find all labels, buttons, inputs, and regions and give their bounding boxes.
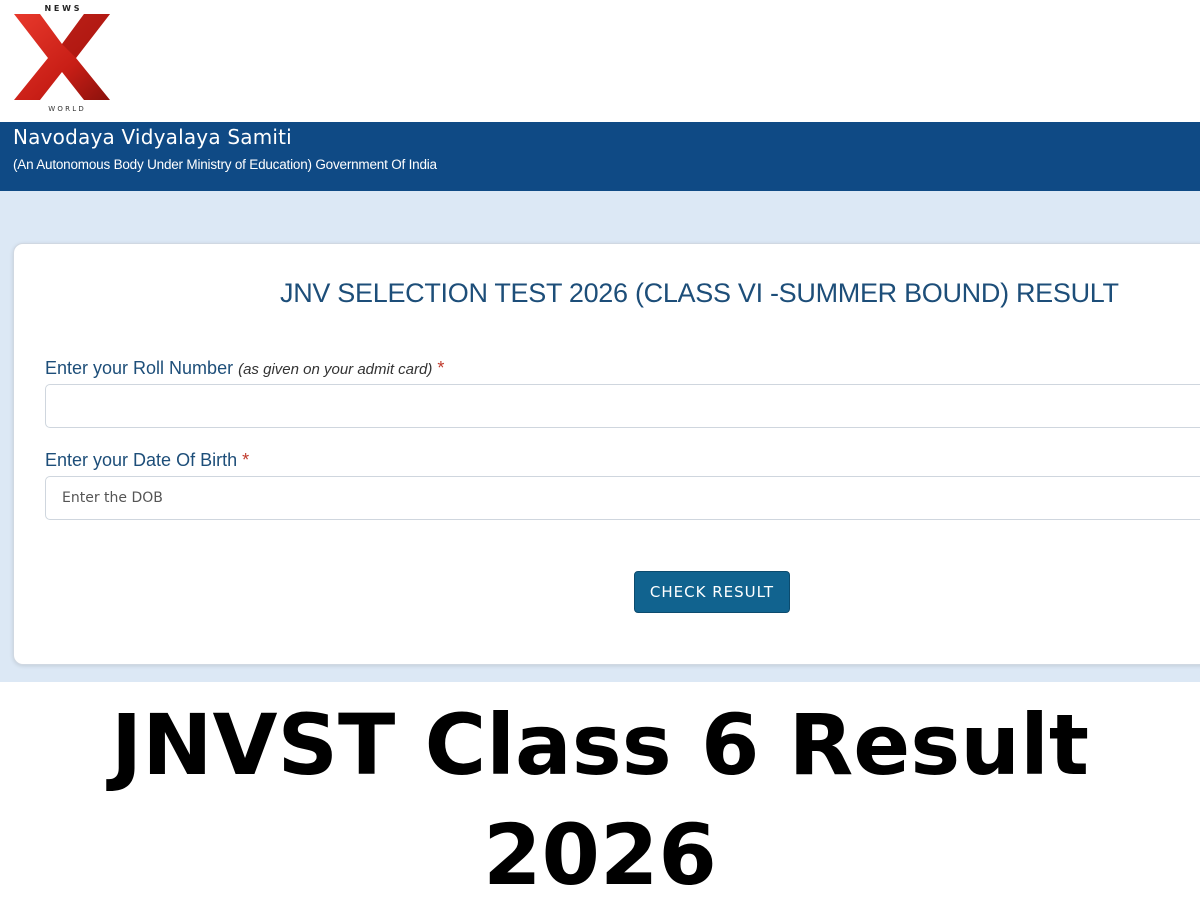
form-heading: JNV SELECTION TEST 2026 (CLASS VI -SUMME… bbox=[280, 278, 1119, 308]
header-subtitle: (An Autonomous Body Under Ministry of Ed… bbox=[13, 157, 437, 172]
dob-input[interactable] bbox=[45, 476, 1200, 520]
header-title: Navodaya Vidyalaya Samiti bbox=[13, 125, 292, 149]
roll-number-label-text: Enter your Roll Number bbox=[45, 358, 234, 378]
dob-required-mark: * bbox=[242, 450, 250, 470]
caption: JNVST Class 6 Result 2026 bbox=[0, 690, 1200, 900]
news-x-world-logo: N E W S W O R L D bbox=[10, 0, 114, 114]
check-result-button[interactable]: CHECK RESULT bbox=[634, 571, 790, 613]
logo-bottom-text: W O R L D bbox=[48, 105, 84, 113]
logo-top-text: N E W S bbox=[44, 4, 79, 13]
caption-line-1: JNVST Class 6 Result bbox=[110, 696, 1090, 794]
roll-number-required-mark: * bbox=[437, 358, 445, 378]
caption-line-2: 2026 bbox=[483, 806, 717, 900]
roll-number-input[interactable] bbox=[45, 384, 1200, 428]
dob-label-text: Enter your Date Of Birth bbox=[45, 450, 238, 470]
roll-number-label: Enter your Roll Number (as given on your… bbox=[45, 358, 444, 379]
x-logo-icon: N E W S W O R L D bbox=[14, 4, 110, 113]
dob-label: Enter your Date Of Birth * bbox=[45, 450, 249, 471]
roll-number-hint: (as given on your admit card) bbox=[238, 361, 433, 378]
